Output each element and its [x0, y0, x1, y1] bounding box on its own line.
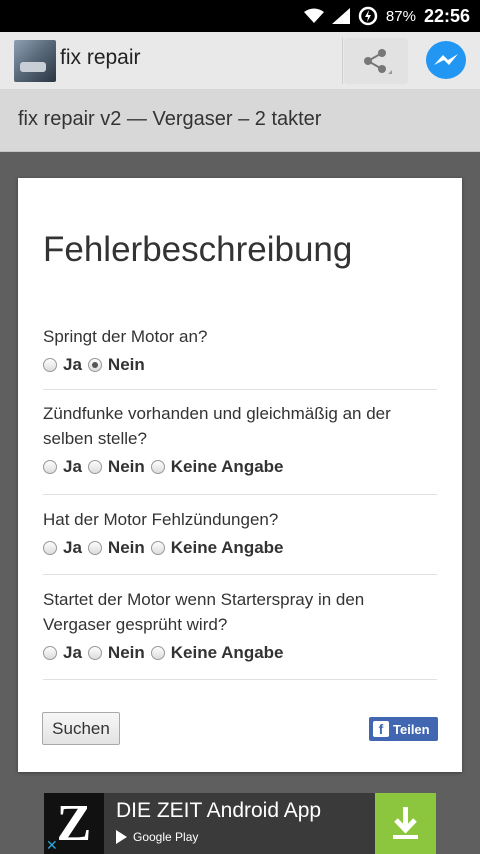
radio-button[interactable] [87, 460, 102, 474]
question-text: Springt der Motor an? [43, 327, 208, 346]
status-bar: 87% 22:56 [0, 0, 480, 32]
option-nein[interactable]: Nein [87, 538, 145, 558]
ad-close-icon[interactable]: ✕ [46, 837, 58, 854]
toolbar-divider [342, 38, 343, 84]
ad-banner[interactable]: Z ✕ DIE ZEIT Android App Google Play [44, 793, 436, 854]
ad-title: DIE ZEIT Android App [116, 799, 322, 822]
question-text: Startet der Motor wenn Starterspray in d… [43, 590, 365, 634]
option-label: Keine Angabe [170, 643, 284, 662]
facebook-share-button[interactable]: f Teilen [369, 717, 438, 741]
radio-button[interactable] [87, 646, 102, 660]
radio-button[interactable] [43, 460, 57, 474]
option-label: Nein [107, 538, 145, 557]
clock: 22:56 [423, 5, 470, 26]
divider [43, 494, 437, 495]
status-icons: 87% 22:56 [303, 0, 470, 32]
form-card: Fehlerbeschreibung Springt der Motor an?… [18, 178, 462, 772]
question-starter-spray: Startet der Motor wenn Starterspray in d… [43, 587, 437, 665]
option-keine-angabe[interactable]: Keine Angabe [150, 457, 284, 477]
signal-icon [331, 8, 350, 24]
subtitle-bar: fix repair v2 — Vergaser – 2 takter [0, 90, 480, 152]
option-label: Ja [63, 457, 82, 476]
radio-group: Ja Nein [43, 353, 437, 377]
option-nein[interactable]: Nein [87, 355, 145, 375]
messenger-icon [434, 54, 458, 78]
divider [43, 574, 437, 575]
option-keine-angabe[interactable]: Keine Angabe [150, 538, 284, 558]
page-subtitle: fix repair v2 — Vergaser – 2 takter [18, 108, 322, 130]
option-ja[interactable]: Ja [43, 355, 82, 375]
question-spark: Zündfunke vorhanden und gleichmäßig an d… [43, 401, 437, 479]
radio-group: Ja Nein Keine Angabe [43, 641, 437, 665]
option-ja[interactable]: Ja [43, 643, 82, 663]
google-play-icon [116, 830, 127, 844]
question-text: Hat der Motor Fehlzündungen? [43, 510, 279, 529]
download-button[interactable] [375, 793, 436, 854]
option-nein[interactable]: Nein [87, 643, 145, 663]
messenger-button[interactable] [416, 38, 476, 84]
radio-button[interactable] [150, 541, 165, 555]
radio-group: Ja Nein Keine Angabe [43, 536, 437, 560]
share-icon [364, 49, 392, 74]
app-bar: fix repair [0, 32, 480, 90]
option-label: Ja [63, 643, 82, 662]
search-button[interactable]: Suchen [42, 712, 120, 745]
option-ja[interactable]: Ja [43, 457, 82, 477]
divider [43, 389, 437, 390]
page-title: Fehlerbeschreibung [43, 230, 353, 269]
wifi-icon [303, 8, 324, 23]
question-misfire: Hat der Motor Fehlzündungen? Ja Nein Kei… [43, 507, 437, 560]
option-label: Nein [107, 457, 145, 476]
option-label: Ja [63, 538, 82, 557]
radio-button[interactable] [43, 646, 57, 660]
radio-button[interactable] [150, 646, 165, 660]
radio-button[interactable] [150, 460, 165, 474]
radio-button[interactable] [43, 358, 57, 372]
google-play-badge: Google Play [116, 830, 198, 844]
download-icon [393, 807, 418, 839]
divider [43, 679, 437, 680]
data-saver-icon [358, 6, 378, 26]
store-label: Google Play [133, 830, 199, 844]
facebook-icon: f [373, 721, 389, 737]
radio-button-selected[interactable] [87, 358, 102, 372]
option-label: Keine Angabe [170, 457, 284, 476]
option-label: Nein [107, 643, 145, 662]
option-label: Keine Angabe [170, 538, 284, 557]
option-label: Ja [63, 355, 82, 374]
option-nein[interactable]: Nein [87, 457, 145, 477]
question-text: Zündfunke vorhanden und gleichmäßig an d… [43, 404, 391, 448]
share-label: Teilen [393, 721, 430, 737]
radio-button[interactable] [43, 541, 57, 555]
option-ja[interactable]: Ja [43, 538, 82, 558]
radio-button[interactable] [87, 541, 102, 555]
question-motor-starts: Springt der Motor an? Ja Nein [43, 324, 437, 377]
option-keine-angabe[interactable]: Keine Angabe [150, 643, 284, 663]
share-button[interactable] [344, 38, 408, 84]
option-label: Nein [107, 355, 145, 374]
app-logo-icon[interactable] [14, 40, 56, 82]
radio-group: Ja Nein Keine Angabe [43, 455, 437, 479]
app-title: fix repair [60, 46, 141, 69]
battery-percent: 87% [385, 7, 416, 25]
